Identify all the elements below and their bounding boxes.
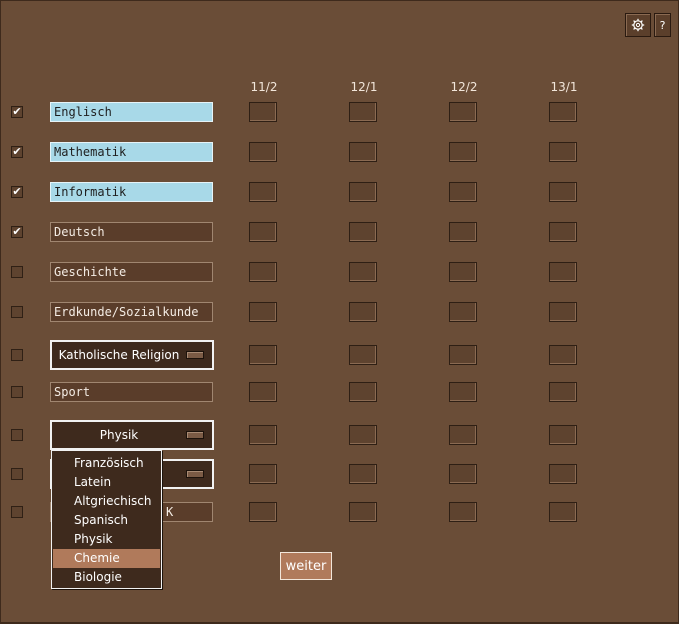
- checkmark-icon: ✔: [12, 185, 22, 198]
- grade-input[interactable]: [449, 302, 477, 322]
- grade-input[interactable]: [249, 464, 277, 484]
- column-header: 11/2: [250, 80, 278, 94]
- dropdown-option[interactable]: Physik: [53, 530, 160, 549]
- grade-input[interactable]: [249, 182, 277, 202]
- subject-select-value: Katholische Religion: [58, 348, 180, 362]
- subject-field[interactable]: Geschichte: [50, 262, 213, 282]
- help-button[interactable]: ?: [654, 13, 671, 37]
- checkmark-icon: ✔: [12, 225, 22, 238]
- grade-input[interactable]: [249, 102, 277, 122]
- subject-field[interactable]: Mathematik: [50, 142, 213, 162]
- grade-input[interactable]: [249, 262, 277, 282]
- grade-input[interactable]: [449, 142, 477, 162]
- grade-input[interactable]: [449, 502, 477, 522]
- column-header: 12/2: [450, 80, 478, 94]
- grade-input[interactable]: [549, 142, 577, 162]
- subject-checkbox[interactable]: [11, 468, 23, 480]
- grade-input[interactable]: [349, 142, 377, 162]
- grade-input[interactable]: [349, 502, 377, 522]
- grade-input[interactable]: [249, 502, 277, 522]
- grade-input[interactable]: [349, 425, 377, 445]
- subject-field[interactable]: Sport: [50, 382, 213, 402]
- grade-input[interactable]: [349, 464, 377, 484]
- subject-checkbox[interactable]: [11, 429, 23, 441]
- subject-select-value: Physik: [99, 428, 139, 442]
- grade-input[interactable]: [249, 222, 277, 242]
- subject-checkbox[interactable]: [11, 306, 23, 318]
- checkmark-icon: ✔: [12, 105, 22, 118]
- gear-icon: [631, 18, 645, 32]
- subject-checkbox[interactable]: [11, 266, 23, 278]
- grade-input[interactable]: [349, 262, 377, 282]
- subject-select[interactable]: Katholische Religion: [50, 340, 214, 370]
- grade-input[interactable]: [449, 382, 477, 402]
- grade-input[interactable]: [549, 102, 577, 122]
- checkmark-icon: ✔: [12, 145, 22, 158]
- column-header: 12/1: [350, 80, 378, 94]
- grade-input[interactable]: [249, 345, 277, 365]
- dropdown-option[interactable]: Biologie: [53, 568, 160, 587]
- grade-input[interactable]: [549, 502, 577, 522]
- grade-input[interactable]: [549, 302, 577, 322]
- subject-field[interactable]: Englisch: [50, 102, 213, 122]
- subject-select[interactable]: Physik: [50, 420, 214, 450]
- grade-input[interactable]: [249, 142, 277, 162]
- settings-button[interactable]: [625, 13, 651, 37]
- subject-field[interactable]: Informatik: [50, 182, 213, 202]
- subject-checkbox[interactable]: ✔: [11, 186, 23, 198]
- grade-input[interactable]: [349, 382, 377, 402]
- grade-input[interactable]: [549, 345, 577, 365]
- grade-input[interactable]: [449, 425, 477, 445]
- subject-checkbox[interactable]: ✔: [11, 106, 23, 118]
- subject-dropdown-list[interactable]: Französisch Latein Altgriechisch Spanisch Ph…: [51, 450, 162, 589]
- subject-checkbox[interactable]: ✔: [11, 146, 23, 158]
- subject-field[interactable]: Erdkunde/Sozialkunde: [50, 302, 213, 322]
- dropdown-option[interactable]: Chemie: [53, 549, 160, 568]
- grade-input[interactable]: [549, 262, 577, 282]
- dropdown-option[interactable]: Spanisch: [53, 511, 160, 530]
- dropdown-option[interactable]: Französisch: [53, 454, 160, 473]
- grade-input[interactable]: [249, 382, 277, 402]
- dropdown-option[interactable]: Latein: [53, 473, 160, 492]
- grade-input[interactable]: [349, 222, 377, 242]
- grade-input[interactable]: [349, 302, 377, 322]
- grade-input[interactable]: [449, 182, 477, 202]
- grade-input[interactable]: [449, 345, 477, 365]
- subject-checkbox[interactable]: [11, 506, 23, 518]
- subject-checkbox[interactable]: [11, 349, 23, 361]
- grade-input[interactable]: [549, 464, 577, 484]
- subject-checkbox[interactable]: [11, 386, 23, 398]
- grade-input[interactable]: [349, 102, 377, 122]
- grade-input[interactable]: [449, 464, 477, 484]
- grade-input[interactable]: [449, 102, 477, 122]
- grade-input[interactable]: [549, 222, 577, 242]
- grade-input[interactable]: [549, 182, 577, 202]
- grade-input[interactable]: [549, 382, 577, 402]
- dropdown-handle-icon: [186, 351, 204, 359]
- grade-input[interactable]: [549, 425, 577, 445]
- subject-checkbox[interactable]: ✔: [11, 226, 23, 238]
- subject-field[interactable]: Deutsch: [50, 222, 213, 242]
- dropdown-handle-icon: [186, 431, 204, 439]
- dropdown-handle-icon: [186, 470, 204, 478]
- column-header: 13/1: [550, 80, 578, 94]
- grade-input[interactable]: [449, 222, 477, 242]
- grade-input[interactable]: [349, 345, 377, 365]
- grade-input[interactable]: [249, 425, 277, 445]
- dropdown-option[interactable]: Altgriechisch: [53, 492, 160, 511]
- grade-input[interactable]: [349, 182, 377, 202]
- grade-input[interactable]: [249, 302, 277, 322]
- grade-input[interactable]: [449, 262, 477, 282]
- weiter-button[interactable]: weiter: [280, 552, 332, 580]
